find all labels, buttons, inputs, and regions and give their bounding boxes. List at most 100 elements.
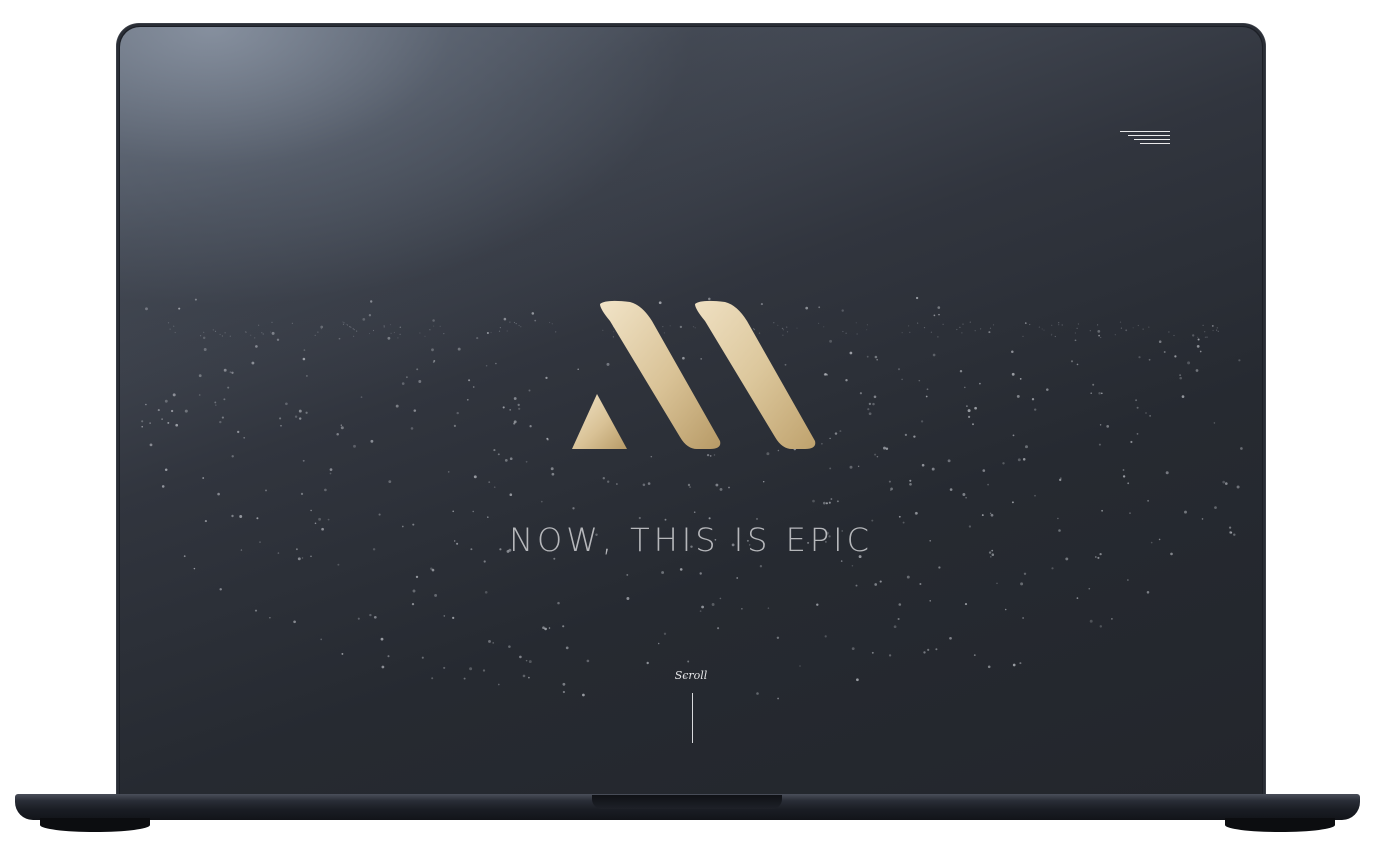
particle-dot — [509, 493, 513, 497]
laptop-mockup: NOW, THIS IS EPIC Scroll — [0, 0, 1376, 848]
particle-dot — [525, 659, 528, 662]
particle-dot — [1127, 482, 1130, 485]
particle-dot — [687, 660, 690, 663]
particle-dot — [693, 511, 696, 513]
particle-dot — [219, 588, 222, 591]
particle-dot — [1122, 475, 1126, 478]
particle-dot — [1034, 494, 1036, 497]
laptop-lid: NOW, THIS IS EPIC Scroll — [117, 24, 1265, 800]
particle-dot — [452, 616, 455, 620]
particle-dot — [947, 459, 951, 463]
particle-dot — [350, 326, 352, 328]
particle-dot — [966, 405, 968, 407]
particle-dot — [1074, 332, 1076, 334]
particle-dot — [298, 409, 302, 413]
particle-dot — [974, 406, 977, 410]
particle-dot — [1213, 422, 1216, 424]
particle-dot — [484, 590, 488, 594]
particle-dot — [1119, 321, 1122, 323]
particle-dot — [202, 336, 206, 340]
particle-dot — [642, 483, 646, 487]
particle-dot — [320, 328, 322, 330]
logo-left-stroke — [600, 300, 721, 449]
particle-dot — [961, 332, 963, 334]
particle-dot — [305, 374, 308, 377]
particle-dot — [1225, 482, 1228, 485]
particle-dot — [1148, 358, 1151, 361]
particle-dot — [164, 468, 168, 471]
particle-dot — [883, 446, 886, 450]
particle-dot — [1129, 512, 1131, 514]
menu-line — [1140, 143, 1170, 144]
particle-dot — [1174, 355, 1177, 358]
particle-dot — [1012, 663, 1016, 667]
particle-dot — [172, 393, 176, 397]
particle-dot — [362, 318, 366, 321]
particle-dot — [430, 567, 433, 570]
particle-dot — [341, 652, 344, 655]
particle-dot — [393, 331, 395, 334]
logo-triangle — [572, 394, 627, 449]
particle-dot — [607, 480, 610, 483]
particle-dot — [336, 432, 339, 436]
particle-dot — [1197, 336, 1199, 338]
menu-button[interactable] — [1120, 127, 1174, 151]
particle-dot — [980, 328, 982, 330]
particle-dot — [1158, 340, 1162, 343]
particle-dot — [1114, 334, 1116, 336]
scroll-label[interactable]: Scroll — [120, 669, 1262, 682]
particle-dot — [657, 642, 660, 645]
particle-dot — [1135, 399, 1138, 402]
particle-dot — [513, 420, 517, 424]
particle-dot — [356, 330, 358, 332]
particle-dot — [513, 397, 517, 400]
particle-dot — [851, 565, 854, 567]
particle-dot — [979, 382, 981, 385]
particle-dot — [1217, 330, 1219, 332]
particle-dot — [699, 610, 702, 612]
particle-dot — [175, 423, 179, 427]
particle-dot — [919, 583, 922, 585]
particle-dot — [546, 438, 549, 441]
particle-dot — [243, 436, 246, 439]
particle-dot — [1011, 350, 1014, 353]
particle-dot — [872, 402, 875, 406]
particle-dot — [890, 487, 893, 491]
particle-dot — [509, 409, 512, 411]
particle-dot — [549, 321, 551, 324]
particle-dot — [562, 682, 566, 686]
particle-dot — [518, 407, 521, 410]
particle-dot — [418, 380, 422, 383]
particle-dot — [1146, 591, 1150, 594]
particle-dot — [167, 421, 170, 424]
particle-dot — [488, 481, 491, 483]
particle-dot — [1050, 334, 1052, 336]
particle-dot — [254, 609, 258, 612]
particle-dot — [545, 376, 548, 380]
particle-dot — [302, 357, 306, 361]
particle-dot — [239, 515, 243, 518]
particle-dot — [1163, 351, 1166, 353]
particle-dot — [647, 482, 651, 485]
particle-dot — [373, 615, 377, 619]
particle-dot — [251, 361, 255, 365]
particle-dot — [708, 517, 711, 520]
particle-dot — [141, 425, 143, 428]
hero-tagline: NOW, THIS IS EPIC — [509, 521, 873, 559]
particle-dot — [1092, 383, 1095, 386]
particle-dot — [518, 324, 520, 327]
particle-dot — [1101, 509, 1103, 512]
particle-dot — [357, 617, 360, 620]
particle-dot — [1016, 394, 1020, 398]
particle-dot — [551, 323, 553, 325]
particle-dot — [534, 319, 537, 322]
menu-line — [1128, 135, 1170, 136]
particle-dot — [879, 580, 882, 583]
particle-dot — [974, 330, 976, 332]
particle-dot — [663, 632, 667, 635]
particle-dot — [932, 353, 936, 357]
particle-dot — [250, 334, 252, 336]
particle-dot — [352, 328, 354, 330]
particle-dot — [1187, 361, 1191, 365]
particle-dot — [149, 443, 153, 447]
